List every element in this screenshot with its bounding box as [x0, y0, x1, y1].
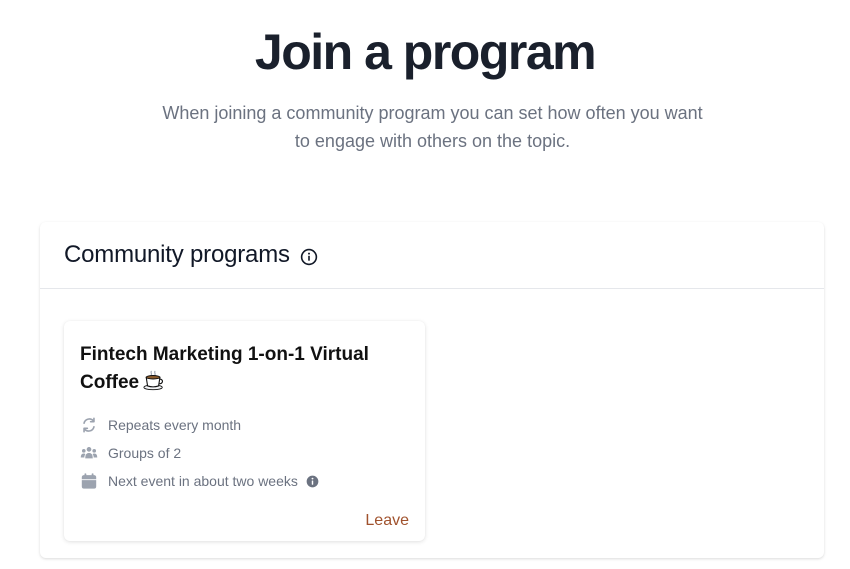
- community-programs-panel: Community programs Fintech Marketing 1-o…: [40, 222, 824, 558]
- panel-title: Community programs: [64, 241, 290, 268]
- page-title: Join a program: [254, 24, 597, 80]
- next-event-info-icon[interactable]: [306, 475, 319, 488]
- program-title-text: Fintech Marketing 1-on-1 Virtual Coffee: [80, 344, 369, 393]
- join-program-page: Join a program When joining a community …: [0, 0, 850, 569]
- repeat-info: Repeats every month: [80, 411, 319, 439]
- repeat-icon: [83, 417, 95, 433]
- next-event-text: Next event in about two weeks: [108, 473, 298, 489]
- leave-program-link[interactable]: Leave: [365, 512, 409, 530]
- page-subtitle: When joining a community program you can…: [162, 103, 703, 151]
- group-size-info: Groups of 2: [80, 439, 319, 467]
- users-icon: [80, 447, 98, 459]
- repeat-text: Repeats every month: [108, 417, 242, 433]
- panel-header: Community programs: [40, 222, 824, 289]
- program-meta-list: Repeats every month Groups of 2 Next eve…: [80, 411, 319, 495]
- coffee-icon: [143, 370, 164, 391]
- next-event-info: Next event in about two weeks: [80, 467, 319, 495]
- info-circle-icon[interactable]: [300, 248, 318, 266]
- program-title: Fintech Marketing 1-on-1 Virtual Coffee: [80, 341, 415, 397]
- program-card[interactable]: Fintech Marketing 1-on-1 Virtual Coffee: [64, 321, 425, 541]
- calendar-icon: [81, 473, 97, 489]
- group-size-text: Groups of 2: [108, 445, 182, 461]
